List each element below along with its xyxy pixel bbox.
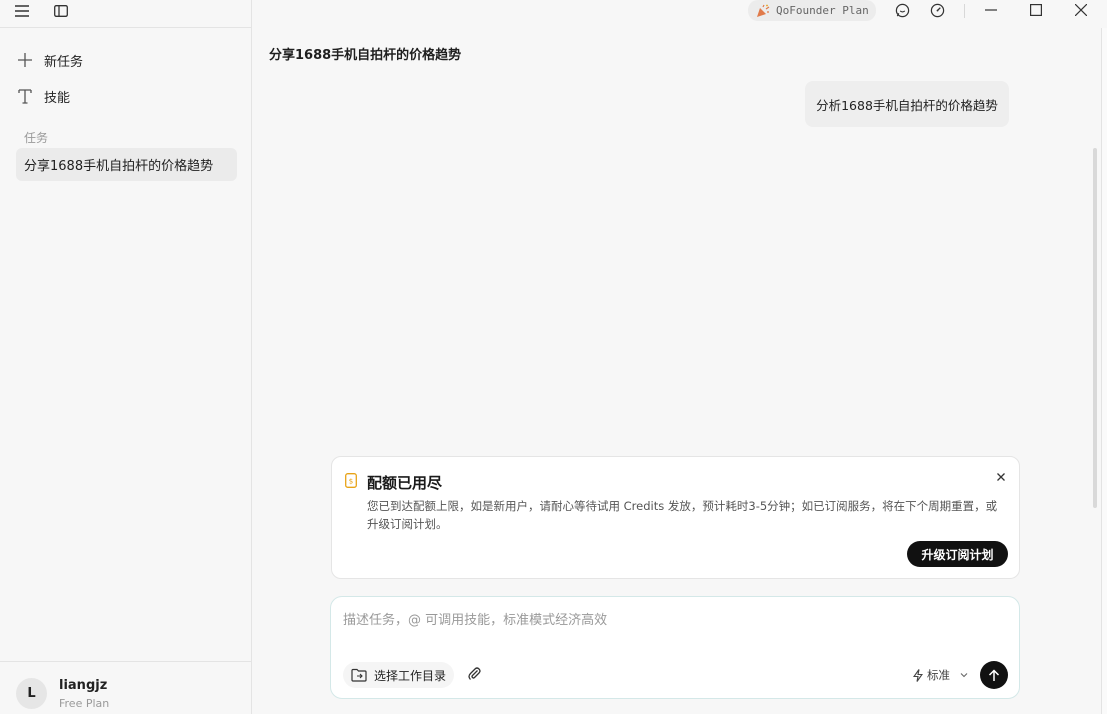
plan-badge[interactable]: QoFounder Plan	[748, 0, 876, 21]
close-icon[interactable]	[994, 470, 1008, 484]
sidebar-toggle-icon[interactable]	[52, 2, 70, 20]
svg-text:$: $	[349, 478, 353, 486]
mode-select[interactable]: 标准	[913, 665, 968, 685]
party-popper-icon	[756, 4, 770, 18]
user-profile[interactable]: L liangjz Free Plan	[0, 661, 252, 714]
send-button[interactable]	[980, 661, 1008, 689]
sidebar: 新任务 技能 任务 分享1688手机自拍杆的价格趋势 L liangjz Fre…	[0, 0, 252, 714]
quota-exhausted-card: $ 配额已用尽 您已到达配额上限，如是新用户，请耐心等待试用 Credits 发…	[331, 456, 1020, 579]
paperclip-icon[interactable]	[467, 666, 485, 684]
user-plan: Free Plan	[59, 697, 110, 710]
skill-icon	[16, 88, 34, 104]
new-task-button[interactable]: 新任务	[16, 45, 83, 75]
task-input[interactable]	[343, 609, 1003, 631]
mode-label: 标准	[927, 668, 950, 682]
new-task-label: 新任务	[44, 54, 84, 70]
maximize-icon[interactable]	[1027, 1, 1045, 19]
chat-icon[interactable]	[893, 1, 911, 19]
select-workdir-label: 选择工作目录	[374, 668, 447, 683]
skills-button[interactable]: 技能	[16, 81, 70, 111]
plus-icon	[16, 53, 34, 67]
quota-description: 您已到达配额上限，如是新用户，请耐心等待试用 Credits 发放，预计耗时3-…	[367, 499, 998, 531]
folder-icon	[351, 668, 367, 682]
plan-badge-label: QoFounder Plan	[776, 4, 869, 17]
menu-icon[interactable]	[12, 2, 32, 20]
skills-label: 技能	[44, 90, 71, 106]
right-panel-edge	[1101, 28, 1107, 714]
avatar: L	[16, 678, 47, 709]
scrollbar[interactable]	[1093, 148, 1097, 508]
user-message-text: 分析1688手机自拍杆的价格趋势	[816, 97, 998, 113]
gauge-icon[interactable]	[928, 1, 946, 19]
task-composer: 选择工作目录 标准	[330, 596, 1020, 699]
tasks-section-label: 任务	[24, 131, 49, 145]
user-message-bubble: 分析1688手机自拍杆的价格趋势	[805, 81, 1009, 127]
sidebar-task-item[interactable]: 分享1688手机自拍杆的价格趋势	[16, 148, 237, 181]
sidebar-toolbar	[0, 0, 252, 28]
lightning-icon	[913, 668, 923, 682]
page-title: 分享1688手机自拍杆的价格趋势	[269, 48, 462, 63]
close-window-icon[interactable]	[1072, 1, 1090, 19]
chevron-down-icon	[960, 672, 968, 678]
minimize-icon[interactable]	[982, 1, 1000, 19]
select-workdir-button[interactable]: 选择工作目录	[343, 662, 455, 688]
task-item-label: 分享1688手机自拍杆的价格趋势	[24, 159, 214, 174]
arrow-up-icon	[988, 668, 1000, 682]
titlebar-divider	[964, 4, 965, 18]
upgrade-plan-button[interactable]: 升级订阅计划	[907, 541, 1008, 567]
title-bar	[252, 0, 1107, 28]
coin-icon: $	[345, 473, 357, 492]
user-name: liangjz	[59, 678, 108, 693]
quota-title: 配额已用尽	[367, 474, 443, 492]
